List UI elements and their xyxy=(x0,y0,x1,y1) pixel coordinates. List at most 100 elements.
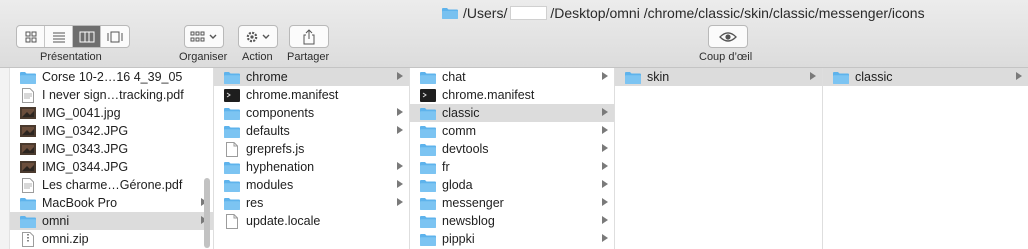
item-label: omni xyxy=(42,214,70,228)
list-item[interactable]: comm xyxy=(410,122,614,140)
item-label: Les charme…Gérone.pdf xyxy=(42,178,183,192)
list-item[interactable]: messenger xyxy=(410,194,614,212)
item-label: update.locale xyxy=(246,214,321,228)
list-item[interactable]: IMG_0344.JPG xyxy=(10,158,213,176)
folder-icon xyxy=(224,124,240,138)
list-item[interactable]: update.locale xyxy=(214,212,409,230)
view-mode-control[interactable] xyxy=(16,25,130,48)
item-label: IMG_0041.jpg xyxy=(42,106,121,120)
disclosure-arrow-icon xyxy=(397,180,403,188)
list-item[interactable]: classic xyxy=(410,104,614,122)
disclosure-arrow-icon xyxy=(810,72,816,80)
item-label: fr xyxy=(442,160,450,174)
disclosure-arrow-icon xyxy=(602,162,608,170)
disclosure-arrow-icon xyxy=(1016,72,1022,80)
gallery-view-button[interactable] xyxy=(101,26,129,47)
list-item[interactable]: pippki xyxy=(410,230,614,248)
path-prefix: /Users/ xyxy=(463,5,508,21)
folder-icon xyxy=(20,196,36,210)
disclosure-arrow-icon xyxy=(602,216,608,224)
eye-icon xyxy=(719,31,737,42)
list-item[interactable]: defaults xyxy=(214,122,409,140)
item-label: comm xyxy=(442,124,477,138)
item-label: chrome.manifest xyxy=(246,88,339,102)
list-item[interactable]: devtools xyxy=(410,140,614,158)
item-label: MacBook Pro xyxy=(42,196,118,210)
item-label: I never sign…tracking.pdf xyxy=(42,88,184,102)
list-item[interactable]: classic xyxy=(823,68,1028,86)
list-item[interactable]: gloda xyxy=(410,176,614,194)
left-scroll-strip xyxy=(0,68,10,249)
item-label: IMG_0343.JPG xyxy=(42,142,129,156)
document-icon xyxy=(224,213,240,229)
disclosure-arrow-icon xyxy=(397,108,403,116)
column-4[interactable]: skin xyxy=(615,68,823,249)
list-item[interactable]: IMG_0342.JPG xyxy=(10,122,213,140)
list-view-button[interactable] xyxy=(45,26,73,47)
list-item[interactable]: res xyxy=(214,194,409,212)
list-item[interactable]: omni.zip xyxy=(10,230,213,248)
list-item[interactable]: greprefs.js xyxy=(214,140,409,158)
folder-icon xyxy=(420,232,436,246)
folder-icon xyxy=(420,160,436,174)
image-icon xyxy=(20,124,36,138)
item-label: chrome.manifest xyxy=(442,88,535,102)
item-label: omni.zip xyxy=(42,232,89,246)
disclosure-arrow-icon xyxy=(397,198,403,206)
column-5[interactable]: classic xyxy=(823,68,1028,249)
item-label: IMG_0342.JPG xyxy=(42,124,129,138)
list-item[interactable]: components xyxy=(214,104,409,122)
folder-icon xyxy=(420,142,436,156)
item-label: classic xyxy=(442,106,480,120)
list-item[interactable]: MacBook Pro xyxy=(10,194,213,212)
pdf-icon xyxy=(20,87,36,103)
disclosure-arrow-icon xyxy=(602,180,608,188)
disclosure-arrow-icon xyxy=(602,234,608,242)
list-item[interactable]: IMG_0041.jpg xyxy=(10,104,213,122)
item-label: IMG_0344.JPG xyxy=(42,160,129,174)
folder-icon xyxy=(224,70,240,84)
document-icon xyxy=(224,141,240,157)
list-item[interactable]: fr xyxy=(410,158,614,176)
list-item[interactable]: newsblog xyxy=(410,212,614,230)
redacted-username xyxy=(510,6,548,20)
list-item[interactable]: skin xyxy=(615,68,822,86)
list-item[interactable]: Les charme…Gérone.pdf xyxy=(10,176,213,194)
list-item[interactable]: IMG_0343.JPG xyxy=(10,140,213,158)
column-1-scrollbar[interactable] xyxy=(204,178,210,248)
column-view-button[interactable] xyxy=(73,26,101,47)
item-label: gloda xyxy=(442,178,473,192)
disclosure-arrow-icon xyxy=(602,126,608,134)
share-button[interactable] xyxy=(289,25,329,48)
action-button[interactable] xyxy=(238,25,278,48)
disclosure-arrow-icon xyxy=(397,162,403,170)
folder-icon xyxy=(420,70,436,84)
list-item[interactable]: Corse 10-2…16 4_39_05 xyxy=(10,68,213,86)
icon-view-button[interactable] xyxy=(17,26,45,47)
image-icon xyxy=(20,142,36,156)
organiser-button[interactable] xyxy=(184,25,224,48)
list-item[interactable]: chrome.manifest xyxy=(410,86,614,104)
list-item[interactable]: chat xyxy=(410,68,614,86)
list-item[interactable]: chrome xyxy=(214,68,409,86)
list-item[interactable]: modules xyxy=(214,176,409,194)
item-label: defaults xyxy=(246,124,290,138)
quicklook-button[interactable] xyxy=(708,25,748,48)
item-label: Corse 10-2…16 4_39_05 xyxy=(42,70,183,84)
folder-icon xyxy=(420,214,436,228)
list-item[interactable]: chrome.manifest xyxy=(214,86,409,104)
icon-grid-icon xyxy=(25,31,36,42)
list-item[interactable]: omni xyxy=(10,212,213,230)
column-1[interactable]: Corse 10-2…16 4_39_05 I never sign…tracki… xyxy=(10,68,214,249)
list-item[interactable]: hyphenation xyxy=(214,158,409,176)
folder-icon xyxy=(442,8,458,19)
disclosure-arrow-icon xyxy=(602,108,608,116)
item-label: devtools xyxy=(442,142,489,156)
column-3[interactable]: chat chrome.manifest classic comm devtools fr… xyxy=(410,68,615,249)
disclosure-arrow-icon xyxy=(397,72,403,80)
item-label: res xyxy=(246,196,264,210)
list-item[interactable]: I never sign…tracking.pdf xyxy=(10,86,213,104)
columns-icon xyxy=(79,31,94,42)
item-label: hyphenation xyxy=(246,160,315,174)
column-2[interactable]: chrome chrome.manifest components defaults g… xyxy=(214,68,410,249)
